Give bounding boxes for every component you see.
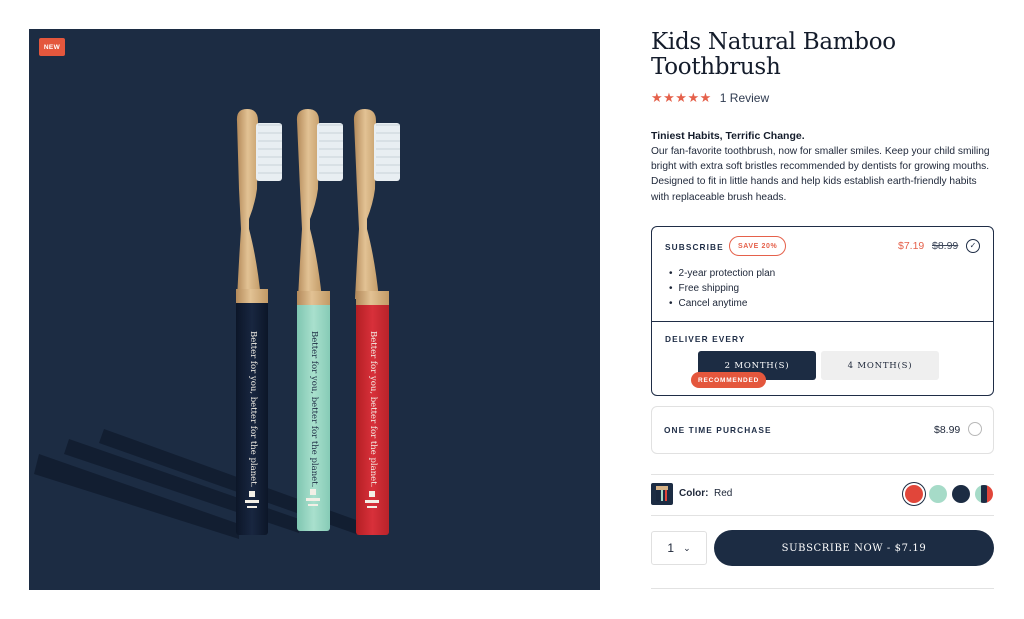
divider bbox=[652, 321, 993, 322]
divider bbox=[651, 515, 994, 516]
benefit-item: 2-year protection plan bbox=[669, 266, 776, 281]
quantity-select[interactable]: 1 ⌄ bbox=[651, 531, 707, 565]
one-time-label: ONE TIME PURCHASE bbox=[664, 425, 772, 435]
color-swatch-red[interactable] bbox=[905, 485, 923, 503]
color-swatch-multi[interactable] bbox=[975, 485, 993, 503]
radio-circle-icon[interactable] bbox=[968, 422, 982, 436]
new-badge: NEW bbox=[39, 38, 65, 56]
review-count-link[interactable]: 1 Review bbox=[720, 91, 769, 105]
frequency-4-months-button[interactable]: 4 MONTH(S) bbox=[821, 351, 939, 380]
product-title-line-1: Kids Natural Bamboo bbox=[651, 29, 896, 55]
product-rating[interactable]: ★★★★★ 1 Review bbox=[651, 90, 769, 106]
subscribe-label: SUBSCRIBE bbox=[665, 242, 724, 252]
color-swatch-mint[interactable] bbox=[929, 485, 947, 503]
subscribe-price: $7.19 bbox=[898, 240, 925, 252]
recommended-badge: RECOMMENDED bbox=[691, 372, 767, 388]
product-title-line-2: Toothbrush bbox=[651, 54, 781, 80]
star-rating-icon: ★★★★★ bbox=[651, 90, 712, 105]
brush-slogan-navy: Better for you, better for the planet. bbox=[248, 331, 258, 488]
divider bbox=[651, 474, 994, 475]
subscribe-benefits-list: 2-year protection plan Free shipping Can… bbox=[669, 266, 776, 311]
one-time-price: $8.99 bbox=[934, 424, 961, 436]
toothbrush-navy bbox=[236, 109, 282, 535]
product-title: Kids Natural Bamboo Toothbrush bbox=[651, 30, 991, 80]
selected-check-icon[interactable]: ✓ bbox=[966, 239, 980, 253]
selected-color-name: Red bbox=[714, 488, 733, 499]
brush-slogan-mint: Better for you, better for the planet. bbox=[309, 331, 319, 488]
benefit-item: Cancel anytime bbox=[669, 296, 775, 311]
color-thumbnail-image bbox=[651, 483, 673, 505]
benefit-item: Free shipping bbox=[669, 281, 775, 296]
original-price: $8.99 bbox=[932, 240, 959, 252]
color-swatch-navy[interactable] bbox=[952, 485, 970, 503]
product-image[interactable]: NEW Better for you, better for the plane… bbox=[29, 29, 600, 590]
one-time-purchase-option[interactable]: ONE TIME PURCHASE $8.99 bbox=[651, 406, 994, 454]
deliver-every-label: DELIVER EVERY bbox=[665, 334, 746, 344]
subscribe-now-button[interactable]: SUBSCRIBE NOW - $7.19 bbox=[714, 530, 994, 566]
subscribe-option[interactable]: SUBSCRIBE SAVE 20% $7.19 $8.99 ✓ 2-year … bbox=[651, 226, 994, 396]
product-tagline: Tiniest Habits, Terrific Change. bbox=[651, 130, 805, 142]
color-label: Color: bbox=[679, 488, 709, 499]
product-description: Our fan-favorite toothbrush, now for sma… bbox=[651, 146, 990, 203]
brush-slogan-red: Better for you, better for the planet. bbox=[368, 331, 378, 488]
save-badge: SAVE 20% bbox=[729, 236, 787, 256]
chevron-down-icon: ⌄ bbox=[683, 542, 691, 553]
quantity-value: 1 bbox=[667, 541, 675, 555]
divider bbox=[651, 588, 994, 589]
